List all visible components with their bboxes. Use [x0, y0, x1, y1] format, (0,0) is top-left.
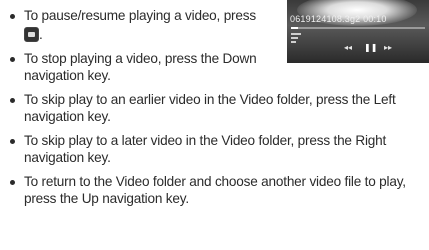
- instruction-text: To pause/resume playing a video, press: [24, 8, 256, 23]
- bullet-dot: [10, 14, 15, 19]
- center-key-icon: [24, 26, 39, 42]
- bullet-dot: [10, 57, 15, 62]
- instruction-right: To skip play to a later video in the Vid…: [10, 133, 426, 166]
- instruction-text: To return to the Video folder and choose…: [24, 174, 406, 206]
- instruction-text-end: .: [39, 26, 43, 42]
- instruction-left: To skip play to an earlier video in the …: [10, 92, 426, 125]
- manual-page: 0619124108.3g2 00:10 ◂◂ ❚❚ ▸▸ To pause/r…: [0, 0, 429, 250]
- instruction-list: To pause/resume playing a video, press .…: [10, 8, 426, 207]
- bullet-dot: [10, 180, 15, 185]
- instruction-pause: To pause/resume playing a video, press .: [10, 8, 286, 43]
- instruction-text: To skip play to a later video in the Vid…: [24, 133, 387, 165]
- instruction-text: To skip play to an earlier video in the …: [24, 92, 396, 124]
- bullet-dot: [10, 98, 15, 103]
- instruction-stop: To stop playing a video, press the Down …: [10, 51, 286, 84]
- instruction-up: To return to the Video folder and choose…: [10, 174, 426, 207]
- instruction-text: To stop playing a video, press the Down …: [24, 51, 257, 83]
- bullet-dot: [10, 139, 15, 144]
